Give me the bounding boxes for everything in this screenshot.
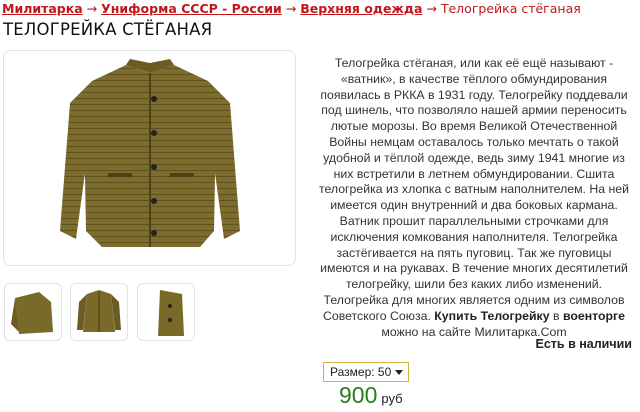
size-select-value: Размер: 50 [330, 365, 392, 379]
breadcrumb-link-outerwear[interactable]: Верхняя одежда [300, 1, 422, 16]
breadcrumb: Милитарка → Униформа СССР - России → Вер… [2, 1, 638, 17]
description-text: в [552, 308, 560, 323]
breadcrumb-separator: → [86, 1, 98, 16]
jacket-front-image [60, 59, 240, 247]
breadcrumb-current: Телогрейка стёганая [440, 1, 581, 16]
stock-status: Есть в наличии [535, 337, 632, 351]
thumbnail-front-view[interactable] [70, 283, 128, 341]
breadcrumb-link-militarka[interactable]: Милитарка [2, 1, 83, 16]
voentorg-link[interactable]: военторге [563, 309, 625, 323]
breadcrumb-link-uniform[interactable]: Униформа СССР - России [101, 1, 282, 16]
buy-link[interactable]: Купить Телогрейку [434, 309, 549, 323]
breadcrumb-separator: → [285, 1, 297, 16]
price-amount: 900 [339, 382, 378, 408]
size-select[interactable]: Размер: 50 [323, 362, 409, 382]
jacket-side-thumb [11, 292, 53, 334]
description-text: Телогрейка стёганая, или как её ещё назы… [318, 56, 630, 323]
jacket-detail-thumb [158, 290, 184, 336]
thumbnail-detail-view[interactable] [137, 283, 195, 341]
price: 900 руб [339, 382, 403, 409]
product-main-image[interactable] [3, 50, 296, 266]
product-description: Телогрейка стёганая, или как её ещё назы… [318, 56, 630, 340]
breadcrumb-separator: → [426, 1, 437, 16]
page-title: ТЕЛОГРЕЙКА СТЁГАНАЯ [3, 20, 213, 39]
price-currency: руб [381, 391, 403, 406]
thumbnail-side-view[interactable] [4, 283, 62, 341]
jacket-front-thumb [77, 290, 121, 332]
chevron-down-icon [395, 370, 403, 375]
